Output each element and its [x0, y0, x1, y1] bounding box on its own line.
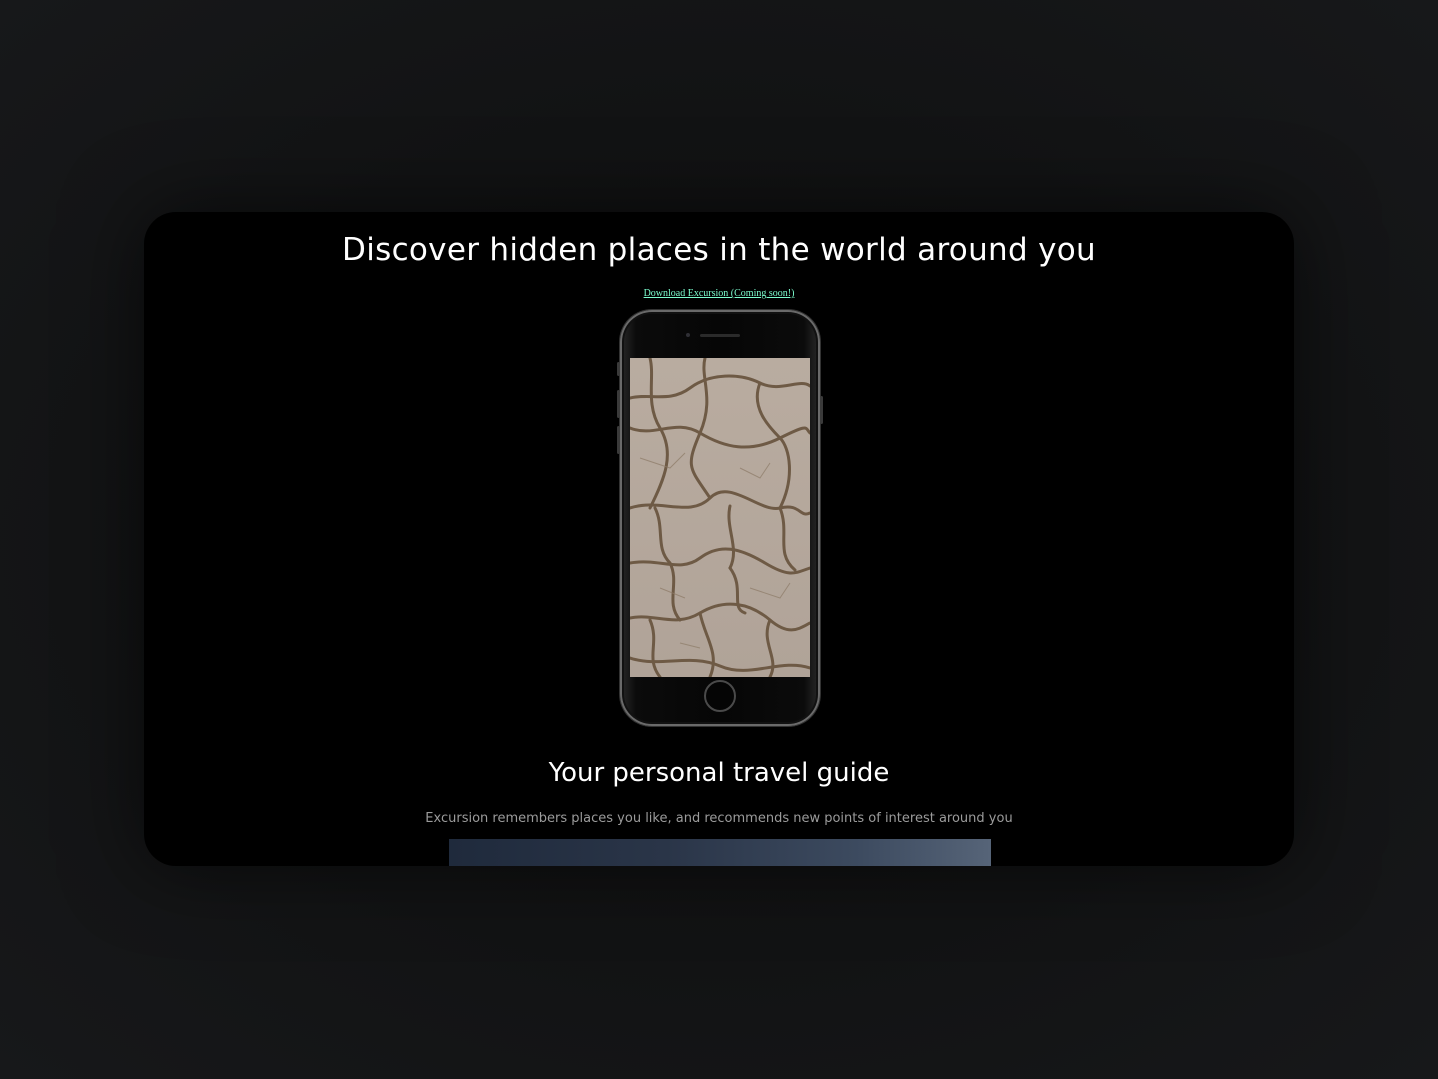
- phone-mute-switch: [617, 362, 620, 376]
- phone-speaker: [700, 334, 740, 337]
- phone-home-button: [704, 680, 736, 712]
- phone-volume-up-button: [617, 390, 620, 418]
- phone-camera: [686, 333, 690, 337]
- cracked-earth-image: [630, 358, 810, 677]
- page-headline: Discover hidden places in the world arou…: [342, 232, 1096, 268]
- feature-description: Excursion remembers places you like, and…: [425, 811, 1013, 826]
- phone-mockup: [617, 310, 823, 726]
- phone-screen-image: [630, 358, 810, 677]
- phone-power-button: [820, 396, 823, 424]
- landing-card: Discover hidden places in the world arou…: [144, 212, 1294, 866]
- feature-title: Your personal travel guide: [548, 758, 890, 788]
- feature-preview-image: [449, 839, 991, 866]
- phone-volume-down-button: [617, 426, 620, 454]
- download-link[interactable]: Download Excursion (Coming soon!): [144, 288, 1294, 299]
